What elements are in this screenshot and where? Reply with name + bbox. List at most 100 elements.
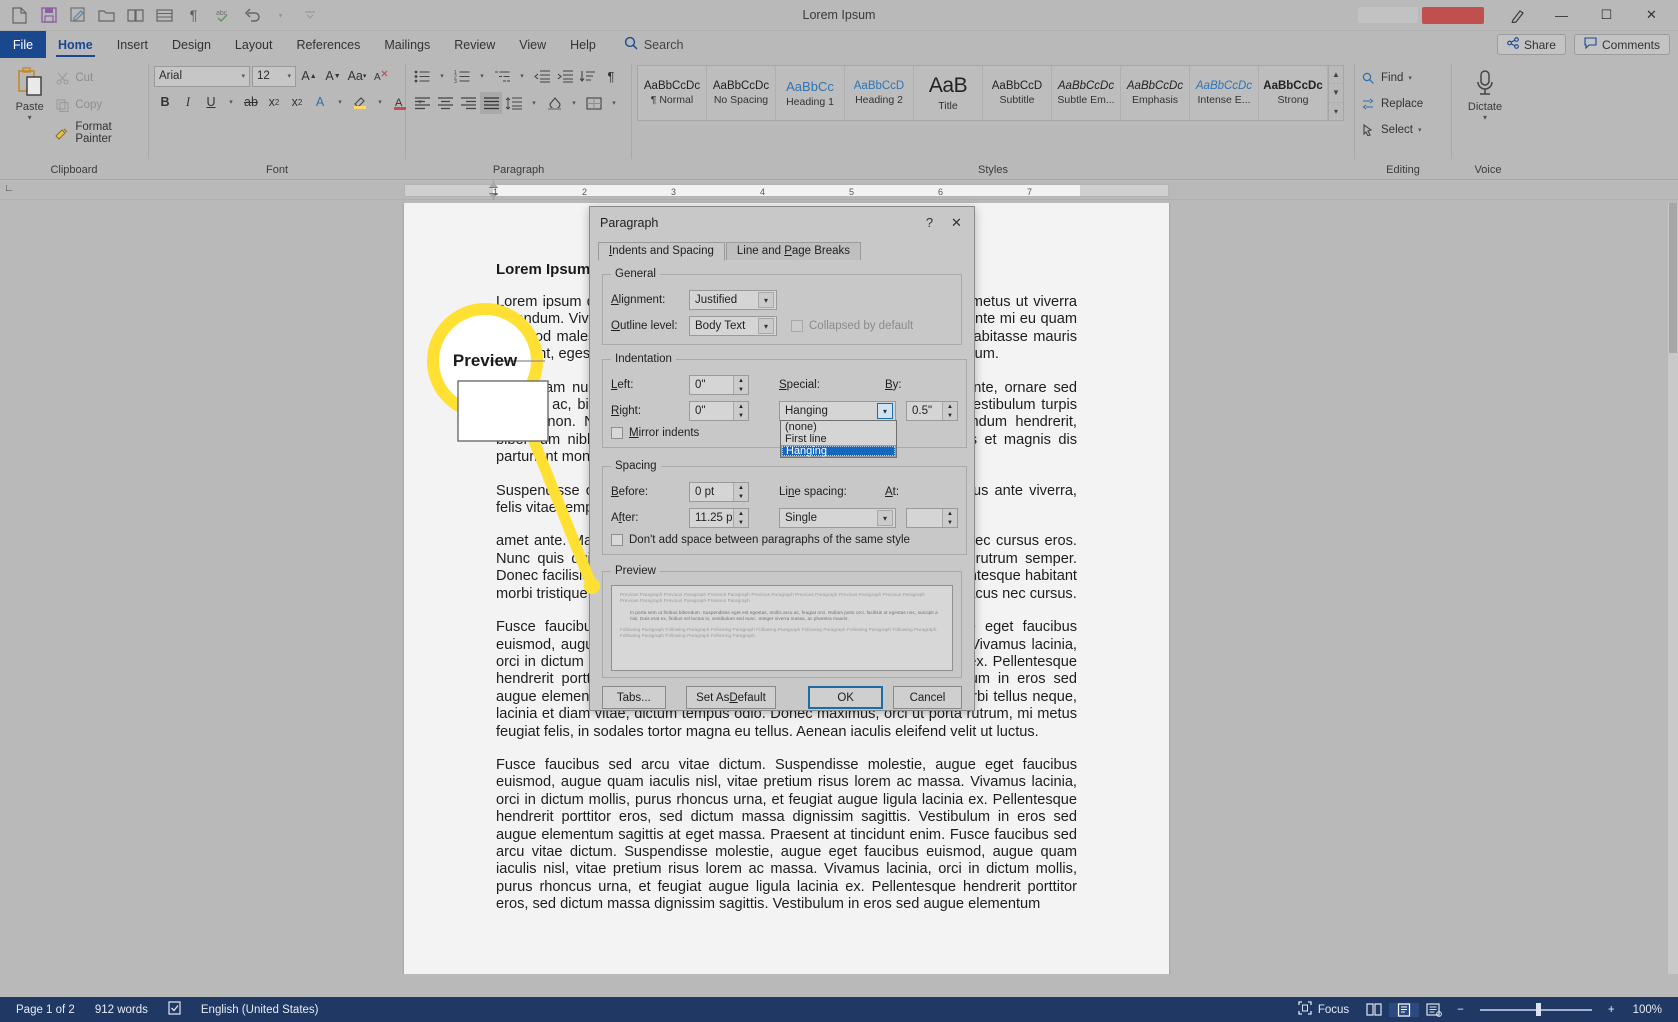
increase-indent-icon[interactable]: [554, 65, 576, 87]
styles-more-icon[interactable]: ▾: [1329, 103, 1343, 120]
tab-home[interactable]: Home: [46, 31, 105, 58]
align-center-icon[interactable]: [434, 92, 456, 114]
bold-icon[interactable]: B: [154, 91, 176, 113]
chevron-down-icon[interactable]: ▾: [758, 318, 774, 334]
mirror-indents-checkbox[interactable]: Mirror indents: [611, 427, 699, 439]
grow-font-icon[interactable]: A ▲: [298, 65, 320, 87]
tab-stop-selector-icon[interactable]: ∟: [4, 183, 14, 194]
proofing-status[interactable]: [158, 997, 191, 1022]
spinner-arrows[interactable]: ▲ ▼: [942, 402, 957, 420]
numbering-icon[interactable]: 123: [451, 65, 473, 87]
style-item[interactable]: AaBbCcDc Emphasis: [1121, 66, 1190, 120]
special-indent-dropdown-list[interactable]: (none) First line Hanging: [780, 420, 897, 458]
spinner-arrows[interactable]: ▲ ▼: [733, 483, 748, 501]
strikethrough-icon[interactable]: ab: [240, 91, 262, 113]
vertical-scrollbar[interactable]: [1668, 203, 1678, 974]
tab-mailings[interactable]: Mailings: [372, 31, 442, 58]
bullets-icon[interactable]: [411, 65, 433, 87]
web-layout-icon[interactable]: [1419, 1002, 1449, 1017]
multilevel-dropdown-icon[interactable]: ▾: [514, 65, 530, 87]
focus-button[interactable]: Focus: [1288, 1001, 1359, 1018]
tab-insert[interactable]: Insert: [105, 31, 160, 58]
style-item[interactable]: AaBbCcDc Subtle Em...: [1052, 66, 1121, 120]
style-item[interactable]: AaBbCcD Heading 2: [845, 66, 914, 120]
special-indent-select[interactable]: Hanging ▾: [779, 401, 896, 421]
cancel-button[interactable]: Cancel: [892, 686, 962, 709]
bullets-dropdown-icon[interactable]: ▾: [434, 65, 450, 87]
new-document-icon[interactable]: [6, 3, 33, 28]
select-button[interactable]: Select ▾: [1360, 119, 1423, 141]
save-edit-icon[interactable]: [64, 3, 91, 28]
alignment-select[interactable]: Justified ▾: [689, 290, 777, 310]
left-indent-spinner[interactable]: 0" ▲ ▼: [689, 375, 749, 395]
dont-add-space-checkbox[interactable]: Don't add space between paragraphs of th…: [611, 534, 910, 546]
style-item[interactable]: AaBbCcDc Intense E...: [1190, 66, 1259, 120]
status-bar[interactable]: Page 1 of 2 912 words English (United St…: [0, 997, 1678, 1022]
dropdown-option[interactable]: (none): [781, 421, 896, 433]
borders-icon[interactable]: [583, 92, 605, 114]
comments-button[interactable]: Comments: [1573, 34, 1670, 55]
collapsed-by-default-checkbox[interactable]: Collapsed by default: [791, 320, 913, 332]
close-icon[interactable]: ✕: [943, 211, 970, 235]
spinner-arrows[interactable]: ▲ ▼: [733, 376, 748, 394]
open-folder-icon[interactable]: [93, 3, 120, 28]
book-icon[interactable]: [122, 3, 149, 28]
styles-scrollbar[interactable]: ▲ ▼ ▾: [1329, 65, 1344, 121]
page-indicator[interactable]: Page 1 of 2: [6, 997, 85, 1022]
dialog-buttons[interactable]: Tabs... Set As Default OK Cancel: [590, 678, 974, 709]
underline-dropdown-icon[interactable]: ▾: [223, 91, 239, 113]
line-spacing-select[interactable]: Single ▾: [779, 508, 896, 528]
decrease-indent-icon[interactable]: [531, 65, 553, 87]
show-formatting-icon[interactable]: ¶: [600, 65, 622, 87]
by-spinner[interactable]: 0.5" ▲ ▼: [906, 401, 958, 421]
numbering-dropdown-icon[interactable]: ▾: [474, 65, 490, 87]
tab-help[interactable]: Help: [558, 31, 608, 58]
spacing-after-spinner[interactable]: 11.25 p ▲ ▼: [689, 508, 749, 528]
align-right-icon[interactable]: [457, 92, 479, 114]
word-count[interactable]: 912 words: [85, 997, 158, 1022]
highlight-icon[interactable]: [349, 91, 371, 113]
align-left-icon[interactable]: [411, 92, 433, 114]
help-icon[interactable]: ?: [916, 211, 943, 235]
underline-icon[interactable]: U: [200, 91, 222, 113]
spelling-abc-icon[interactable]: abc: [209, 3, 236, 28]
text-effects-dropdown-icon[interactable]: ▾: [332, 91, 348, 113]
dictate-button[interactable]: Dictate ▾: [1457, 61, 1513, 122]
tab-design[interactable]: Design: [160, 31, 223, 58]
dropdown-option[interactable]: First line: [781, 433, 896, 445]
text-effects-icon[interactable]: A: [309, 91, 331, 113]
spinner-arrows[interactable]: ▲ ▼: [942, 509, 957, 527]
dropdown-option[interactable]: Hanging: [781, 445, 896, 457]
ok-button[interactable]: OK: [808, 686, 883, 709]
ruler[interactable]: ∟ 1 2 3 4 5 6 7: [0, 180, 1678, 200]
zoom-out-button[interactable]: −: [1449, 1004, 1472, 1016]
borders-dropdown-icon[interactable]: ▾: [606, 92, 622, 114]
styles-gallery[interactable]: AaBbCcDc ¶ Normal AaBbCcDc No Spacing AaBbCс…: [637, 65, 1329, 121]
styles-scroll-up-icon[interactable]: ▲: [1329, 66, 1343, 85]
spacing-before-spinner[interactable]: 0 pt ▲ ▼: [689, 482, 749, 502]
chevron-down-icon[interactable]: ▾: [877, 510, 893, 526]
style-item[interactable]: AaBbCcDc ¶ Normal: [638, 66, 707, 120]
read-mode-icon[interactable]: [1359, 1003, 1389, 1016]
at-spinner[interactable]: ▲ ▼: [906, 508, 958, 528]
share-button[interactable]: Share: [1496, 34, 1566, 55]
justify-icon[interactable]: [480, 92, 502, 114]
tab-layout[interactable]: Layout: [223, 31, 285, 58]
clear-formatting-icon[interactable]: A: [370, 65, 392, 87]
ribbon-tab-bar[interactable]: File Home Insert Design Layout Reference…: [0, 31, 1678, 58]
save-icon[interactable]: [35, 3, 62, 28]
line-spacing-dropdown-icon[interactable]: ▾: [526, 92, 542, 114]
language-indicator[interactable]: English (United States): [191, 997, 329, 1022]
spinner-arrows[interactable]: ▲ ▼: [733, 509, 748, 527]
window-controls[interactable]: — ☐ ✕: [1358, 0, 1678, 30]
tab-file[interactable]: File: [0, 31, 46, 58]
quick-access-toolbar[interactable]: ¶ abc ▾: [0, 3, 323, 28]
set-as-default-button[interactable]: Set As Default: [685, 686, 777, 709]
multilevel-list-icon[interactable]: [491, 65, 513, 87]
highlight-dropdown-icon[interactable]: ▾: [372, 91, 388, 113]
spinner-arrows[interactable]: ▲ ▼: [733, 402, 748, 420]
zoom-level[interactable]: 100%: [1623, 1004, 1672, 1016]
ink-pen-icon[interactable]: [1494, 0, 1539, 30]
pilcrow-icon[interactable]: ¶: [180, 3, 207, 28]
paste-button[interactable]: Paste ▾: [5, 61, 54, 122]
